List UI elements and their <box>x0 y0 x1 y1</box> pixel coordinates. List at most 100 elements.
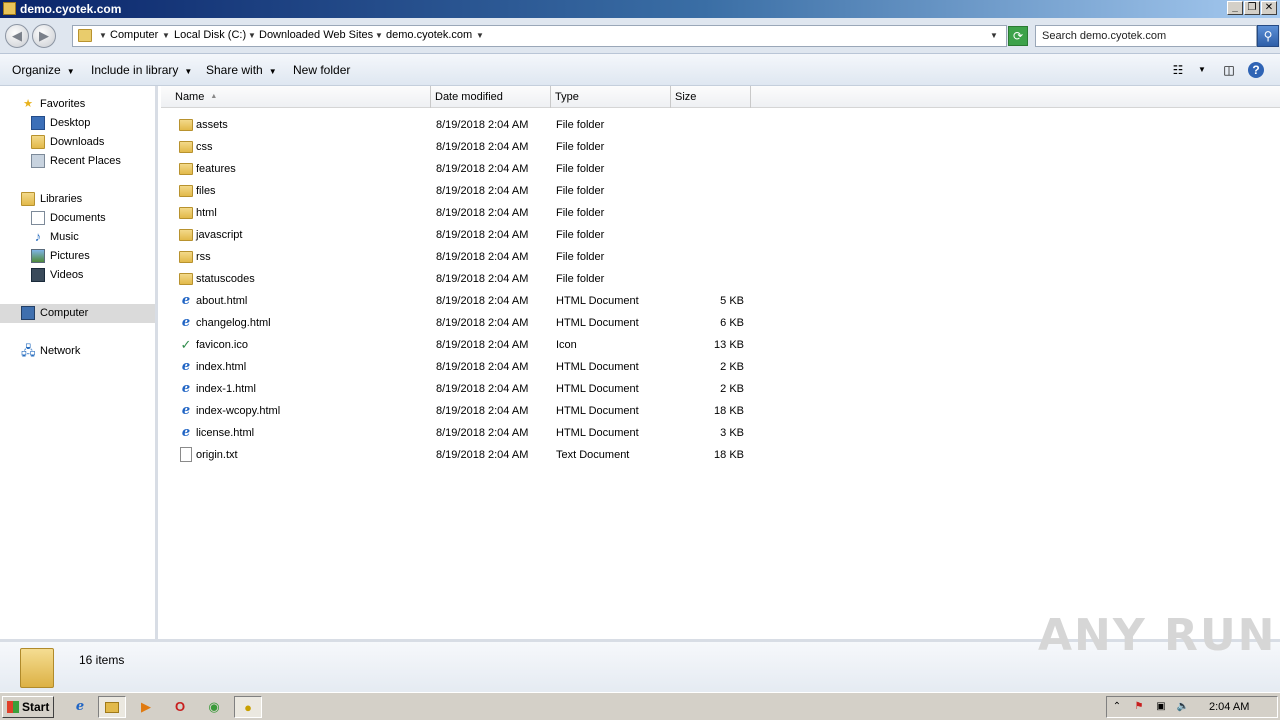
nav-libraries[interactable]: Libraries <box>0 190 155 209</box>
breadcrumb-demo-cyotek[interactable]: demo.cyotek.com <box>386 29 472 41</box>
videos-icon <box>31 268 45 282</box>
table-row[interactable]: rss 8/19/2018 2:04 AM File folder <box>171 246 771 268</box>
close-button[interactable]: ✕ <box>1261 1 1277 15</box>
breadcrumb-computer[interactable]: Computer <box>110 29 158 41</box>
address-history-dropdown[interactable]: ▼ <box>990 31 998 40</box>
chevron-down-icon[interactable]: ▼ <box>1193 62 1211 78</box>
restore-button[interactable]: ❐ <box>1244 1 1260 15</box>
refresh-button[interactable]: ⟳ <box>1008 26 1028 46</box>
nav-pictures[interactable]: Pictures <box>0 247 155 266</box>
show-hidden-icons-icon[interactable]: ⌃ <box>1110 700 1124 714</box>
window-title: demo.cyotek.com <box>20 2 122 16</box>
file-name: css <box>196 141 213 153</box>
table-row[interactable]: javascript 8/19/2018 2:04 AM File folder <box>171 224 771 246</box>
back-button[interactable]: ◀ <box>5 24 29 48</box>
file-list: Name ▲ Date modified Type Size assets 8/19… <box>161 86 1280 639</box>
downloads-folder-icon <box>31 135 45 149</box>
table-row[interactable]: statuscodes 8/19/2018 2:04 AM File folder <box>171 268 771 290</box>
chevron-down-icon[interactable]: ▼ <box>375 31 383 40</box>
breadcrumb-local-disk[interactable]: Local Disk (C:) <box>174 29 246 41</box>
table-row[interactable]: e index-wcopy.html 8/19/2018 2:04 AM HTML D… <box>171 400 771 422</box>
volume-icon[interactable]: 🔈 <box>1176 700 1190 714</box>
file-type: HTML Document <box>556 427 639 439</box>
desktop-icon <box>31 116 45 130</box>
table-row[interactable]: css 8/19/2018 2:04 AM File folder <box>171 136 771 158</box>
table-row[interactable]: e changelog.html 8/19/2018 2:04 AM HTML Doc… <box>171 312 771 334</box>
column-header-type[interactable]: Type <box>551 86 671 108</box>
search-input[interactable]: Search demo.cyotek.com <box>1035 25 1257 47</box>
include-in-library-button[interactable]: Include in library ▼ <box>91 63 192 77</box>
html-file-icon: e <box>181 403 191 418</box>
help-icon[interactable]: ? <box>1248 62 1264 78</box>
file-type: File folder <box>556 163 605 175</box>
file-date-modified: 8/19/2018 2:04 AM <box>436 229 529 241</box>
file-date-modified: 8/19/2018 2:04 AM <box>436 383 529 395</box>
html-file-icon: e <box>181 293 191 308</box>
star-icon: ★ <box>23 98 33 110</box>
column-header-name[interactable]: Name ▲ <box>171 86 431 108</box>
nav-recent-places[interactable]: Recent Places <box>0 152 155 171</box>
chevron-down-icon[interactable]: ▼ <box>476 31 484 40</box>
chevron-down-icon[interactable]: ▼ <box>99 31 107 40</box>
media-player-icon[interactable]: ▶ <box>132 696 160 718</box>
table-row[interactable]: features 8/19/2018 2:04 AM File folder <box>171 158 771 180</box>
file-size: 5 KB <box>720 295 744 307</box>
nav-desktop[interactable]: Desktop <box>0 114 155 133</box>
table-row[interactable]: html 8/19/2018 2:04 AM File folder <box>171 202 771 224</box>
view-options-icon[interactable]: ☷ <box>1169 62 1187 78</box>
start-button[interactable]: Start <box>2 696 54 718</box>
file-date-modified: 8/19/2018 2:04 AM <box>436 119 529 131</box>
breadcrumb-downloaded-web-sites[interactable]: Downloaded Web Sites <box>259 29 373 41</box>
table-row[interactable]: assets 8/19/2018 2:04 AM File folder <box>171 114 771 136</box>
organize-button[interactable]: Organize ▼ <box>12 63 75 77</box>
text-file-icon <box>180 447 192 462</box>
table-row[interactable]: ✓ favicon.ico 8/19/2018 2:04 AM Icon 13 KB <box>171 334 771 356</box>
forward-button[interactable]: ▶ <box>32 24 56 48</box>
nav-computer[interactable]: Computer <box>0 304 155 323</box>
app-taskbar-button[interactable]: ● <box>234 696 262 718</box>
column-header-date-modified[interactable]: Date modified <box>431 86 551 108</box>
clock[interactable]: 2:04 AM <box>1209 701 1249 713</box>
file-name: assets <box>196 119 228 131</box>
file-date-modified: 8/19/2018 2:04 AM <box>436 295 529 307</box>
nav-videos[interactable]: Videos <box>0 266 155 285</box>
file-size: 18 KB <box>714 405 744 417</box>
table-row[interactable]: origin.txt 8/19/2018 2:04 AM Text Document… <box>171 444 771 466</box>
table-row[interactable]: e license.html 8/19/2018 2:04 AM HTML Docum… <box>171 422 771 444</box>
network-icon: 🖧 <box>21 343 36 358</box>
folder-icon <box>179 273 193 285</box>
sort-ascending-icon: ▲ <box>210 93 218 100</box>
preview-pane-icon[interactable]: ◫ <box>1220 62 1238 78</box>
file-name: index-1.html <box>196 383 256 395</box>
explorer-taskbar-button[interactable] <box>98 696 126 718</box>
action-center-icon[interactable]: ⚑ <box>1132 700 1146 714</box>
chrome-icon[interactable]: ◉ <box>200 696 228 718</box>
internet-explorer-icon[interactable]: e <box>66 696 94 718</box>
file-name: favicon.ico <box>196 339 248 351</box>
file-type: File folder <box>556 185 605 197</box>
new-folder-button[interactable]: New folder <box>293 63 350 77</box>
network-tray-icon[interactable]: ▣ <box>1154 700 1168 714</box>
nav-network[interactable]: 🖧 Network <box>0 342 155 361</box>
nav-music[interactable]: ♪ Music <box>0 228 155 247</box>
nav-downloads[interactable]: Downloads <box>0 133 155 152</box>
nav-favorites[interactable]: ★ Favorites <box>0 95 155 114</box>
file-date-modified: 8/19/2018 2:04 AM <box>436 141 529 153</box>
search-icon[interactable]: ⚲ <box>1257 25 1279 47</box>
minimize-button[interactable]: _ <box>1227 1 1243 15</box>
table-row[interactable]: e index.html 8/19/2018 2:04 AM HTML Documen… <box>171 356 771 378</box>
table-row[interactable]: e index-1.html 8/19/2018 2:04 AM HTML Docum… <box>171 378 771 400</box>
chevron-down-icon[interactable]: ▼ <box>248 31 256 40</box>
file-size: 3 KB <box>720 427 744 439</box>
chevron-down-icon[interactable]: ▼ <box>162 31 170 40</box>
table-row[interactable]: e about.html 8/19/2018 2:04 AM HTML Documen… <box>171 290 771 312</box>
file-type: File folder <box>556 251 605 263</box>
share-with-button[interactable]: Share with ▼ <box>206 63 277 77</box>
column-header-size[interactable]: Size <box>671 86 751 108</box>
nav-documents[interactable]: Documents <box>0 209 155 228</box>
folder-icon <box>179 119 193 131</box>
opera-icon[interactable]: O <box>166 696 194 718</box>
windows-logo-icon <box>7 701 19 713</box>
address-bar[interactable]: ▼ Computer ▼ Local Disk (C:) ▼ Downloade… <box>72 25 1007 47</box>
table-row[interactable]: files 8/19/2018 2:04 AM File folder <box>171 180 771 202</box>
